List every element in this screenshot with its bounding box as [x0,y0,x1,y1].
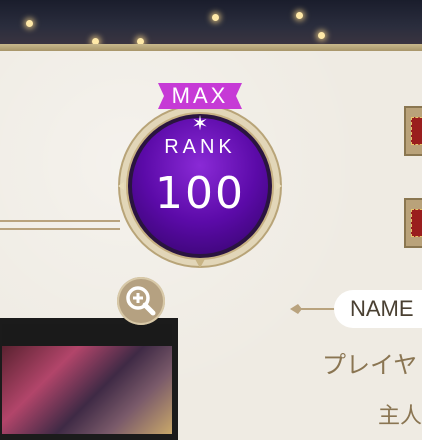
header-gold-border [0,44,422,51]
bokeh-light [212,14,219,21]
max-label: MAX [171,83,229,108]
rank-badge: MAX ✶ RANK 100 [110,78,290,268]
top-banner-scene [0,0,422,44]
bokeh-light [318,32,325,39]
ticket-icon[interactable] [404,106,422,156]
decorative-lines [0,212,120,240]
zoom-button[interactable] [117,277,165,325]
bokeh-light [26,20,33,27]
bokeh-light [296,12,303,19]
player-name-sub: 主人 [378,404,422,429]
rank-value: 100 [155,168,245,219]
rank-label: RANK [164,136,236,158]
thumbnail-artwork [2,346,172,434]
name-tab: NAME [334,290,422,328]
ticket-icon[interactable] [404,198,422,248]
star-icon: ✶ [191,111,209,135]
name-pointer-ornament [290,304,340,314]
zoom-in-icon [126,286,156,316]
player-name: プレイヤ [322,351,418,379]
